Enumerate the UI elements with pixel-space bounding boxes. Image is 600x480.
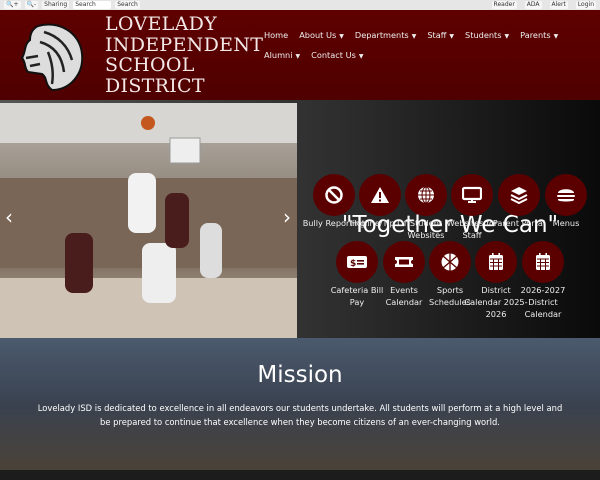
- sharing-button[interactable]: Sharing: [42, 1, 70, 9]
- caret-down-icon: ▼: [339, 33, 344, 40]
- quick-link-circle: [383, 241, 425, 283]
- quick-link-circle: [522, 241, 564, 283]
- caret-down-icon: ▼: [358, 53, 364, 60]
- nav-item-staff[interactable]: Staff ▼: [427, 30, 454, 40]
- nav-label: Students: [465, 30, 502, 40]
- footer-strip: [0, 470, 600, 480]
- ticket-icon: [395, 257, 413, 267]
- nav-label: About Us: [299, 30, 337, 40]
- quick-link-circle: [405, 174, 447, 216]
- nav-item-parents[interactable]: Parents ▼: [520, 30, 558, 40]
- quick-link-circle: [498, 174, 540, 216]
- nav-item-departments[interactable]: Departments ▼: [355, 30, 416, 40]
- ban-icon: [325, 186, 343, 204]
- school-name-line: LOVELADY: [105, 13, 217, 35]
- nav-item-students[interactable]: Students ▼: [465, 30, 509, 40]
- warning-icon: [371, 187, 389, 203]
- login-button[interactable]: Login: [575, 1, 596, 9]
- quick-link-circle: [475, 241, 517, 283]
- quick-link-menus[interactable]: Menus: [541, 174, 591, 229]
- nav-label: Alumni: [264, 50, 293, 60]
- reader-button[interactable]: Reader: [491, 1, 517, 9]
- mission-text: Lovelady ISD is dedicated to excellence …: [37, 403, 563, 427]
- globe-icon: [418, 186, 434, 204]
- quick-link-circle: [451, 174, 493, 216]
- carousel-prev-button[interactable]: ‹: [5, 205, 13, 229]
- main-nav: Home About Us ▼ Departments ▼ Staff ▼ Students ▼…: [264, 30, 594, 60]
- nav-label: Contact Us: [311, 50, 356, 60]
- basketball-photo: [0, 103, 297, 338]
- lion-logo-icon[interactable]: [18, 22, 84, 92]
- hero-section: ‹ › "Together We Can" Bully Reporting Hot…: [0, 100, 600, 338]
- zoom-out-button[interactable]: 🔍-: [24, 1, 39, 9]
- caret-down-icon: ▼: [449, 33, 455, 40]
- svg-text:$: $: [350, 259, 356, 269]
- nav-item-home[interactable]: Home: [264, 30, 288, 40]
- school-name[interactable]: LOVELADY INDEPENDENT SCHOOL DISTRICT: [105, 14, 263, 96]
- carousel-next-button[interactable]: ›: [283, 205, 291, 229]
- mission-title: Mission: [257, 362, 343, 388]
- quick-link-circle: [359, 174, 401, 216]
- alert-button[interactable]: Alert: [549, 1, 568, 9]
- nav-label: Parents: [520, 30, 551, 40]
- quick-link-circle: [429, 241, 471, 283]
- search-input[interactable]: Search: [73, 1, 112, 9]
- quick-link-websites-for-staff[interactable]: Websites for Staff: [447, 174, 497, 241]
- school-name-line: INDEPENDENT: [105, 33, 264, 56]
- calendar-icon: [536, 253, 550, 270]
- quick-link-circle: $: [336, 241, 378, 283]
- basketball-icon: [441, 253, 459, 271]
- nav-item-contact-us[interactable]: Contact Us ▼: [311, 50, 363, 60]
- calendar-icon: [489, 253, 503, 270]
- school-name-line: DISTRICT: [105, 74, 205, 97]
- search-button[interactable]: Search: [115, 1, 140, 9]
- nav-item-alumni[interactable]: Alumni ▼: [264, 50, 300, 60]
- burger-icon: [557, 189, 575, 202]
- caret-down-icon: ▼: [504, 33, 510, 40]
- nav-label: Staff: [427, 30, 447, 40]
- nav-item-about-us[interactable]: About Us ▼: [299, 30, 344, 40]
- quick-link-circle: [545, 174, 587, 216]
- quick-link-circle: [313, 174, 355, 216]
- monitor-icon: [462, 186, 482, 203]
- zoom-in-button[interactable]: 🔍+: [4, 1, 21, 9]
- school-name-line: SCHOOL: [105, 54, 195, 76]
- caret-down-icon: ▼: [411, 33, 417, 40]
- utility-toolbar: 🔍+ 🔍- Sharing Search Search Reader ADA A…: [0, 0, 600, 10]
- quick-link-2026-2027-district-calendar[interactable]: 2026-2027 District Calendar: [518, 241, 568, 320]
- mission-section: Mission Lovelady ISD is dedicated to exc…: [0, 338, 600, 470]
- quick-link-label: Menus: [552, 218, 580, 228]
- site-header: LOVELADY INDEPENDENT SCHOOL DISTRICT Hom…: [0, 10, 600, 100]
- bill-icon: $: [347, 256, 367, 269]
- nav-label: Departments: [354, 30, 409, 40]
- quick-link-label: 2026-2027 District Calendar: [520, 285, 566, 319]
- ada-button[interactable]: ADA: [524, 1, 542, 9]
- nav-label: Home: [264, 30, 289, 40]
- caret-down-icon: ▼: [553, 33, 559, 40]
- layers-icon: [510, 187, 528, 205]
- caret-down-icon: ▼: [295, 53, 301, 60]
